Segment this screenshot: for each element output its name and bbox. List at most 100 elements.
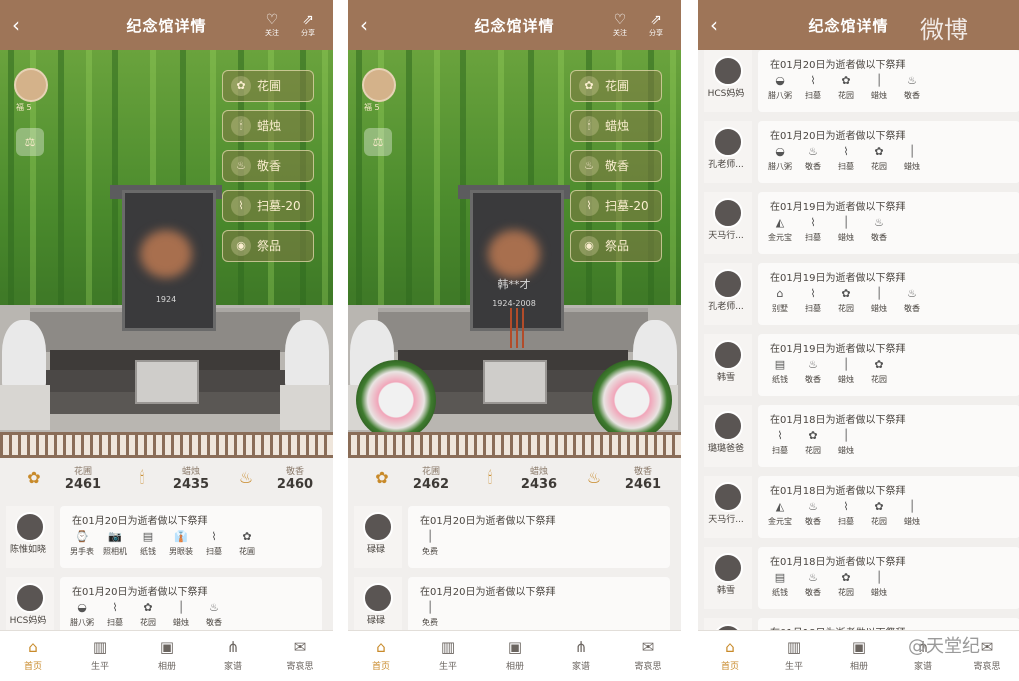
avatar[interactable] xyxy=(713,411,743,441)
scale-icon[interactable]: ⚖ xyxy=(16,128,44,156)
offering-item-label: 扫墓 xyxy=(805,91,821,100)
avatar[interactable] xyxy=(713,56,743,86)
tab-family-tree[interactable]: ⋔ 家谱 xyxy=(559,637,603,672)
memorial-avatar[interactable] xyxy=(362,68,396,102)
record-row[interactable]: 天马行... 在01月18日为逝者做以下祭拜 ◭ 金元宝 ♨ 敬香 ⌇ 扫墓 ✿ 花园 │ 蜡烛 xyxy=(698,476,1019,544)
heart-icon: ♡ xyxy=(613,12,627,28)
record-row[interactable]: 碌碌 在01月20日为逝者做以下祭拜 │ 免费 xyxy=(348,577,681,630)
flower-button[interactable]: ✿ 花圃 xyxy=(570,70,662,102)
tab-album[interactable]: ▣ 相册 xyxy=(493,637,537,672)
avatar[interactable] xyxy=(713,482,743,512)
candle-button[interactable]: 🕯 蜡烛 xyxy=(570,110,662,142)
offering-item-label: 别墅 xyxy=(772,304,788,313)
tab-album[interactable]: ▣ 相册 xyxy=(145,637,189,672)
offering-item-label: 蜡烛 xyxy=(838,233,854,242)
record-text: 在01月20日为逝者做以下祭拜 xyxy=(420,516,556,527)
tab-home[interactable]: ⌂ 首页 xyxy=(359,637,403,672)
flower-icon: ✿ xyxy=(143,601,153,614)
tab-biography[interactable]: ▥ 生平 xyxy=(78,637,122,672)
avatar[interactable] xyxy=(15,512,45,542)
offering-box xyxy=(483,360,547,404)
porridge-icon: ◒ xyxy=(775,74,785,87)
follow-button[interactable]: ♡ 关注 xyxy=(606,12,634,38)
tab-biography[interactable]: ▥ 生平 xyxy=(772,637,816,672)
share-button[interactable]: ⇗ 分享 xyxy=(294,12,322,38)
offering-item-label: 花园 xyxy=(838,588,854,597)
record-text: 在01月19日为逝者做以下祭拜 xyxy=(770,202,906,213)
offering-item: ♨ 敬香 xyxy=(898,285,926,314)
incense-button[interactable]: ♨ 敬香 xyxy=(222,150,314,182)
offering-item: ⌇ 扫墓 xyxy=(101,599,129,628)
record-row[interactable]: 孔老师... 在01月20日为逝者做以下祭拜 ◒ 腊八粥 ♨ 敬香 ⌇ 扫墓 ✿ 花园 │ 蜡烛 xyxy=(698,121,1019,189)
avatar[interactable] xyxy=(713,340,743,370)
record-row[interactable]: 孔老师... 在01月19日为逝者做以下祭拜 ⌂ 别墅 ⌇ 扫墓 ✿ 花园 │ 蜡烛 ♨ 敬香 xyxy=(698,263,1019,331)
avatar[interactable] xyxy=(713,269,743,299)
share-button[interactable]: ⇗ 分享 xyxy=(642,12,670,38)
offering-item: ♨ 敬香 xyxy=(865,214,893,243)
record-text: 在01月18日为逝者做以下祭拜 xyxy=(770,415,906,426)
record-row[interactable]: 韩雪 在01月19日为逝者做以下祭拜 ▤ 纸钱 ♨ 敬香 │ 蜡烛 ✿ 花园 xyxy=(698,334,1019,402)
offering-item-label: 腊八粥 xyxy=(768,91,792,100)
record-row[interactable]: 天马行... 在01月19日为逝者做以下祭拜 ◭ 金元宝 ⌇ 扫墓 │ 蜡烛 ♨ 敬香 xyxy=(698,192,1019,260)
incense-button[interactable]: ♨ 敬香 xyxy=(570,150,662,182)
record-row[interactable]: 在01月18日为逝者做以下祭拜 xyxy=(698,618,1019,630)
sweep-button[interactable]: ⌇ 扫墓-20 xyxy=(570,190,662,222)
offering-item: ✿ 花园 xyxy=(832,285,860,314)
flower-icon: ✿ xyxy=(579,76,599,96)
photo-icon: ▣ xyxy=(851,638,867,656)
offering-item: 📷 照相机 xyxy=(101,528,129,557)
record-row[interactable]: 碌碌 在01月20日为逝者做以下祭拜 │ 免费 xyxy=(348,506,681,574)
scale-icon[interactable]: ⚖ xyxy=(364,128,392,156)
offering-item-label: 花园 xyxy=(838,304,854,313)
avatar[interactable] xyxy=(713,198,743,228)
page-title: 纪念馆详情 xyxy=(808,17,889,35)
tab-family-tree[interactable]: ⋔ 家谱 xyxy=(211,637,255,672)
record-text: 在01月18日为逝者做以下祭拜 xyxy=(770,486,906,497)
offering-item: ✿ 花园 xyxy=(865,498,893,527)
record-user-name: 孔老师... xyxy=(708,302,744,312)
tab-album[interactable]: ▣ 相册 xyxy=(837,637,881,672)
offering-button[interactable]: ◉ 祭品 xyxy=(222,230,314,262)
tab-biography[interactable]: ▥ 生平 xyxy=(426,637,470,672)
follow-button[interactable]: ♡ 关注 xyxy=(258,12,286,38)
avatar[interactable] xyxy=(713,127,743,157)
tab-messages[interactable]: ✉ 寄哀思 xyxy=(278,637,322,672)
record-row[interactable]: 璐璐爸爸 在01月18日为逝者做以下祭拜 ⌇ 扫墓 ✿ 花园 │ 蜡烛 xyxy=(698,405,1019,473)
tab-home[interactable]: ⌂ 首页 xyxy=(11,637,55,672)
broom-icon: ⌇ xyxy=(211,530,217,543)
candle-icon: │ xyxy=(875,571,883,584)
candle-icon: │ xyxy=(842,429,850,442)
record-row[interactable]: HCS妈妈 在01月20日为逝者做以下祭拜 ◒ 腊八粥 ⌇ 扫墓 ✿ 花园 │ 蜡烛 ♨ 敬香 xyxy=(0,577,333,630)
offering-item-label: 纸钱 xyxy=(772,588,788,597)
candle-icon: │ xyxy=(426,601,434,614)
avatar[interactable] xyxy=(713,553,743,583)
record-items: ▤ 纸钱 ♨ 敬香 ✿ 花园 │ 蜡烛 xyxy=(766,569,1016,605)
offering-button[interactable]: ◉ 祭品 xyxy=(570,230,662,262)
candle-button[interactable]: 🕯 蜡烛 xyxy=(222,110,314,142)
offering-item-label: 敬香 xyxy=(805,375,821,384)
record-row[interactable]: 韩雪 在01月18日为逝者做以下祭拜 ▤ 纸钱 ♨ 敬香 ✿ 花园 │ 蜡烛 xyxy=(698,547,1019,615)
offering-item: ⌇ 扫墓 xyxy=(832,498,860,527)
avatar[interactable] xyxy=(363,583,393,613)
flower-button[interactable]: ✿ 花圃 xyxy=(222,70,314,102)
offering-item: ⌇ 扫墓 xyxy=(799,214,827,243)
home-icon: ⌂ xyxy=(376,638,386,656)
memorial-avatar[interactable] xyxy=(14,68,48,102)
offering-item-label: 扫墓 xyxy=(206,547,222,556)
offering-stats: ✿ 花圃 2461 🕯 蜡烛 2435 ♨ 敬香 2460 xyxy=(0,458,333,502)
tab-home[interactable]: ⌂ 首页 xyxy=(708,637,752,672)
tab-messages[interactable]: ✉ 寄哀思 xyxy=(626,637,670,672)
record-row[interactable]: HCS妈妈 在01月20日为逝者做以下祭拜 ◒ 腊八粥 ⌇ 扫墓 ✿ 花园 │ 蜡烛 ♨ 敬香 xyxy=(698,50,1019,118)
candle-icon: 🕯 xyxy=(579,116,599,136)
record-row[interactable]: 陈惟如晓 在01月20日为逝者做以下祭拜 ⌚ 男手表 📷 照相机 ▤ 纸钱 👔 男眼装 ⌇ 扫墓 ✿ 花圃 xyxy=(0,506,333,574)
app-header: ‹ 纪念馆详情 微博 xyxy=(698,0,1019,50)
avatar[interactable] xyxy=(15,583,45,613)
avatar[interactable] xyxy=(363,512,393,542)
sweep-button[interactable]: ⌇ 扫墓-20 xyxy=(222,190,314,222)
offering-item: ♨ 敬香 xyxy=(799,569,827,598)
offering-item-label: 花园 xyxy=(871,517,887,526)
record-items: ◒ 腊八粥 ⌇ 扫墓 ✿ 花园 │ 蜡烛 ♨ 敬香 xyxy=(766,72,1016,108)
flower-icon: ✿ xyxy=(874,358,884,371)
offering-item: ✿ 花园 xyxy=(832,569,860,598)
app-header: ‹ 纪念馆详情 ♡ 关注 ⇗ 分享 xyxy=(348,0,681,50)
